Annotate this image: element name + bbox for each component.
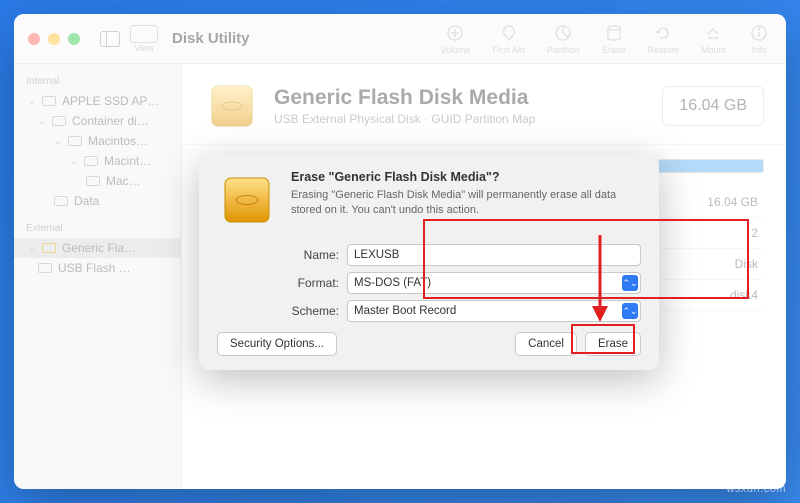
format-select[interactable]: MS-DOS (FAT)⌃⌄	[347, 272, 641, 294]
cancel-button[interactable]: Cancel	[515, 332, 577, 356]
dialog-title: Erase "Generic Flash Disk Media"?	[291, 170, 641, 184]
erase-button[interactable]: Erase	[585, 332, 641, 356]
select-arrows-icon: ⌃⌄	[622, 275, 638, 291]
name-label: Name:	[283, 248, 339, 262]
scheme-select[interactable]: Master Boot Record⌃⌄	[347, 300, 641, 322]
security-options-button[interactable]: Security Options...	[217, 332, 337, 356]
name-input[interactable]	[347, 244, 641, 266]
external-disk-dialog-icon	[217, 170, 277, 230]
format-label: Format:	[283, 276, 339, 290]
scheme-label: Scheme:	[283, 304, 339, 318]
watermark-text: wsxdn.com	[726, 483, 786, 495]
erase-dialog: Erase "Generic Flash Disk Media"? Erasin…	[199, 154, 659, 370]
app-window: View Disk Utility Volume First Aid Parti…	[14, 14, 786, 489]
dialog-description: Erasing "Generic Flash Disk Media" will …	[291, 188, 641, 218]
select-arrows-icon: ⌃⌄	[622, 303, 638, 319]
erase-form: Name: Format: MS-DOS (FAT)⌃⌄ Scheme: Mas…	[283, 244, 641, 322]
